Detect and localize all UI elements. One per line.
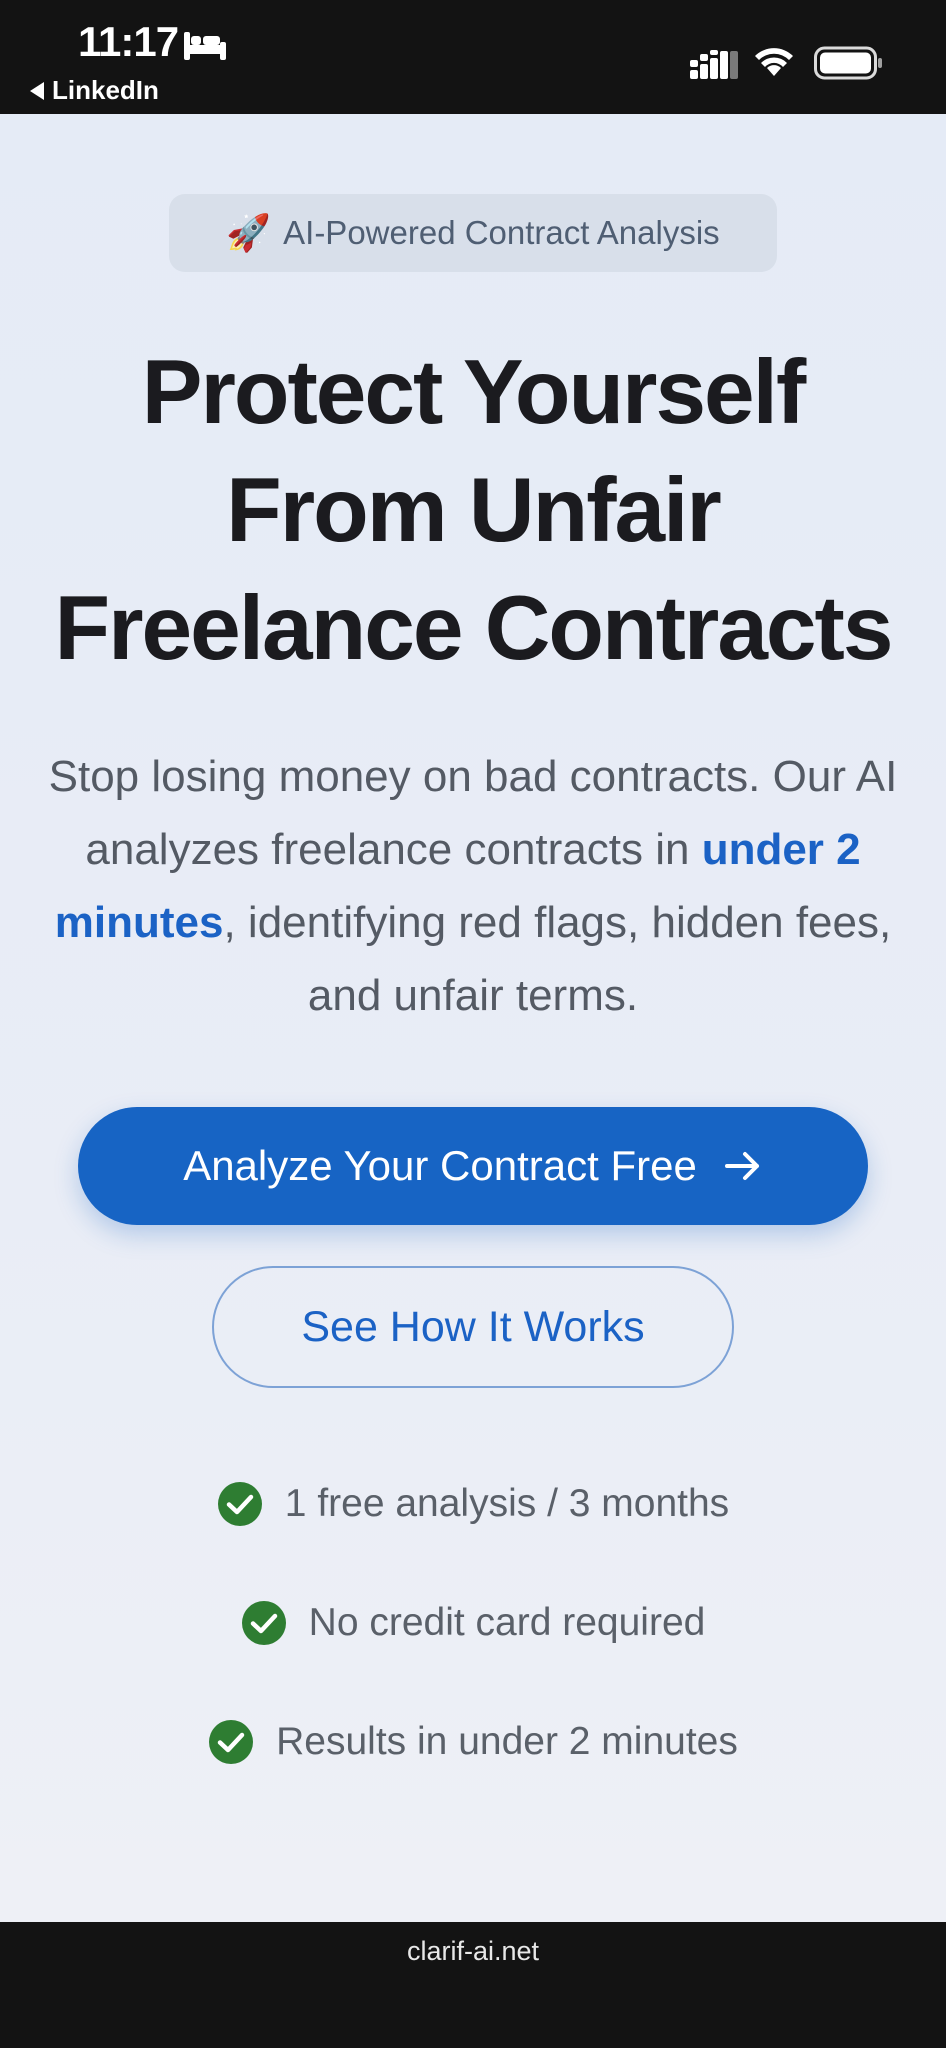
feature-label: No credit card required	[308, 1601, 706, 1644]
status-time: 11:17	[78, 18, 179, 65]
hero-title: Protect Yourself From Unfair Freelance C…	[20, 334, 926, 688]
hero-title-line: Protect Yourself	[141, 342, 807, 443]
browser-bottom-bar: clarif-ai.net	[0, 1922, 946, 2048]
hero-title-line: From Unfair	[226, 460, 722, 561]
back-app-label: LinkedIn	[52, 75, 159, 105]
feature-item: Results in under 2 minutes	[0, 1712, 946, 1772]
signal-icon	[690, 50, 738, 79]
see-how-it-works-label: See How It Works	[301, 1302, 645, 1351]
landing-page: 🚀 AI-Powered Contract Analysis Protect Y…	[0, 114, 946, 1922]
hero-title-line: Freelance Contracts	[54, 578, 894, 679]
back-arrow-icon	[30, 81, 44, 100]
url-label[interactable]: clarif-ai.net	[0, 1936, 946, 1967]
rocket-icon: 🚀	[226, 212, 272, 253]
subtitle-text-end: , identifying red flags, hidden fees, an…	[223, 898, 892, 1020]
battery-icon	[814, 46, 882, 80]
hero-subtitle: Stop losing money on bad contracts. Our …	[30, 740, 916, 1032]
feature-item: No credit card required	[0, 1593, 946, 1653]
status-bar: 11:17 LinkedIn	[0, 0, 946, 114]
back-to-app-link[interactable]: LinkedIn	[30, 75, 159, 106]
feature-label: Results in under 2 minutes	[276, 1720, 738, 1763]
phone-screen: 11:17 LinkedIn 🚀 AI-Powered Contract Ana…	[0, 0, 946, 2048]
feature-item: 1 free analysis / 3 months	[0, 1474, 946, 1534]
see-how-it-works-button[interactable]: See How It Works	[212, 1266, 734, 1388]
check-circle-icon	[217, 1482, 262, 1526]
check-circle-icon	[241, 1601, 286, 1645]
feature-badge: 🚀 AI-Powered Contract Analysis	[169, 194, 777, 272]
feature-label: 1 free analysis / 3 months	[284, 1482, 730, 1525]
arrow-right-icon	[724, 1152, 759, 1180]
badge-label: AI-Powered Contract Analysis	[283, 214, 720, 251]
check-circle-icon	[209, 1720, 254, 1764]
analyze-contract-label: Analyze Your Contract Free	[183, 1142, 697, 1189]
bed-icon	[184, 32, 226, 60]
wifi-icon	[755, 48, 793, 76]
analyze-contract-button[interactable]: Analyze Your Contract Free	[78, 1107, 868, 1225]
